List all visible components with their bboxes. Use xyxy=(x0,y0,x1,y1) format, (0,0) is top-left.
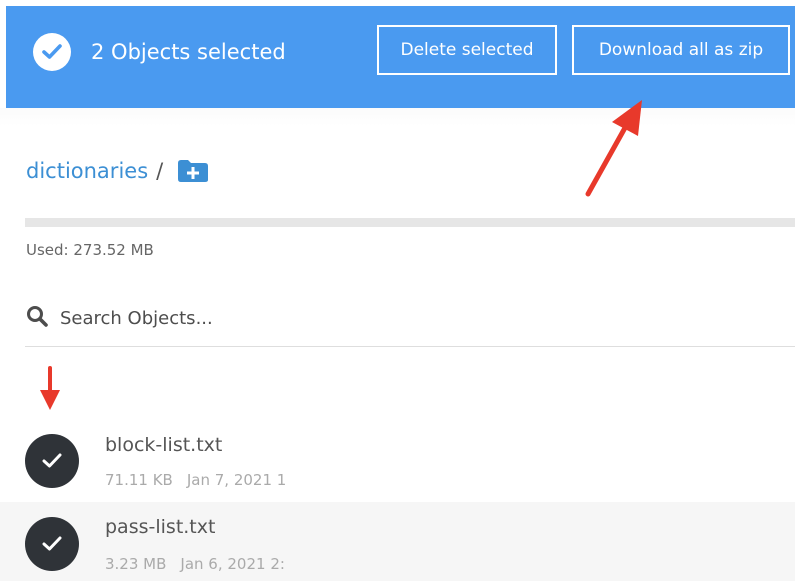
file-meta: 71.11 KB Jan 7, 2021 1 xyxy=(105,471,313,489)
toolbar-shadow xyxy=(0,108,795,126)
selected-count: 2 Objects selected xyxy=(91,40,286,64)
annotation-arrow-down xyxy=(40,366,60,410)
folder-plus-icon[interactable] xyxy=(177,159,209,183)
download-zip-button[interactable]: Download all as zip xyxy=(572,25,790,75)
checked-circle-icon[interactable] xyxy=(25,434,79,488)
search-box xyxy=(26,303,460,333)
file-row[interactable]: block-list.txt 71.11 KB Jan 7, 2021 1 xyxy=(0,426,795,500)
usage-text: Used: 273.52 MB xyxy=(26,241,154,259)
check-circle-icon[interactable] xyxy=(33,33,71,71)
annotation-arrow-up xyxy=(585,100,642,197)
delete-selected-button[interactable]: Delete selected xyxy=(377,25,557,75)
file-date: Jan 6, 2021 2: xyxy=(180,555,285,573)
checked-circle-icon[interactable] xyxy=(25,517,79,571)
search-icon xyxy=(26,305,48,331)
breadcrumb-separator: / xyxy=(156,159,164,183)
search-underline xyxy=(25,346,795,347)
file-meta: 3.23 MB Jan 6, 2021 2: xyxy=(105,555,313,573)
file-size: 71.11 KB xyxy=(105,471,173,489)
file-row[interactable]: pass-list.txt 3.23 MB Jan 6, 2021 2: xyxy=(0,502,795,581)
breadcrumb-folder-link[interactable]: dictionaries xyxy=(26,159,148,183)
search-input[interactable] xyxy=(60,307,460,329)
usage-bar xyxy=(25,218,795,227)
selection-toolbar: 2 Objects selected Delete selected Downl… xyxy=(6,6,795,108)
file-name[interactable]: block-list.txt xyxy=(105,434,222,456)
file-name[interactable]: pass-list.txt xyxy=(105,516,215,538)
breadcrumb: dictionaries / xyxy=(26,154,209,188)
file-size: 3.23 MB xyxy=(105,555,167,573)
file-date: Jan 7, 2021 1 xyxy=(186,471,287,489)
